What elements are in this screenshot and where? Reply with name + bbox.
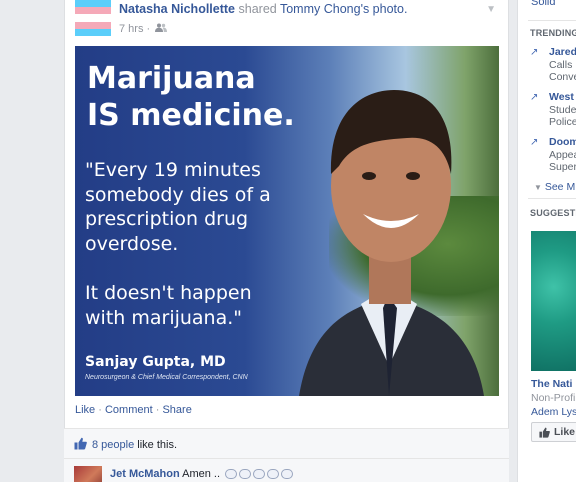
comment-link[interactable]: Comment bbox=[105, 404, 153, 416]
trending-desc: Appea bbox=[549, 148, 576, 161]
shared-label: shared bbox=[238, 2, 277, 16]
emoji-icon bbox=[253, 469, 266, 480]
see-more-label: See M bbox=[544, 181, 576, 193]
trending-desc: Super bbox=[549, 161, 576, 174]
trending-topic[interactable]: West bbox=[549, 91, 576, 104]
trending-arrow-icon: ↗ bbox=[530, 137, 539, 148]
friends-audience-icon[interactable] bbox=[155, 23, 168, 35]
suggested-title: SUGGESTE bbox=[530, 208, 576, 218]
trending-topic[interactable]: Jared bbox=[549, 46, 576, 59]
shared-source-link[interactable]: Tommy Chong's photo. bbox=[280, 2, 407, 16]
trending-item[interactable]: ↗ West Stude Police bbox=[530, 91, 576, 129]
commenter-name-link[interactable]: Jet McMahon bbox=[110, 468, 180, 480]
likes-suffix: like this. bbox=[137, 439, 178, 451]
photo-attribution-name: Sanjay Gupta, MD bbox=[85, 354, 226, 370]
trending-title: TRENDING bbox=[530, 28, 576, 38]
photo-attribution-title: Neurosurgeon & Chief Medical Corresponde… bbox=[85, 374, 248, 381]
author-name-link[interactable]: Natasha Nichollette bbox=[119, 2, 235, 16]
emoji-icon bbox=[225, 469, 238, 480]
emoji-icon bbox=[267, 469, 280, 480]
comment-text: Jet McMahon Amen .. bbox=[110, 468, 294, 480]
shared-photo[interactable]: Marijuana IS medicine. "Every 19 minutes… bbox=[75, 46, 499, 396]
trending-desc: Conve bbox=[549, 71, 576, 84]
sidebar-top-link[interactable]: Solid bbox=[531, 0, 555, 8]
post-meta: 7 hrs · bbox=[119, 23, 168, 35]
chevron-down-icon: ▼ bbox=[534, 183, 542, 192]
author-avatar[interactable] bbox=[75, 0, 111, 36]
trending-item[interactable]: ↗ Jared Calls Conve bbox=[530, 46, 576, 84]
trending-topic[interactable]: Doom bbox=[549, 136, 576, 149]
likes-summary: 8 people like this. bbox=[64, 428, 509, 458]
trending-item[interactable]: ↗ Doom Appea Super bbox=[530, 136, 576, 174]
trending-desc: Stude bbox=[549, 103, 576, 116]
post-header: Natasha Nichollette shared Tommy Chong's… bbox=[75, 0, 500, 38]
see-more-link[interactable]: ▼ See M bbox=[534, 181, 575, 193]
emoji-icon bbox=[281, 469, 294, 480]
like-thumb-icon bbox=[74, 437, 87, 453]
post-header-text: Natasha Nichollette shared Tommy Chong's… bbox=[119, 2, 407, 16]
action-separator: · bbox=[98, 404, 102, 416]
share-link[interactable]: Share bbox=[162, 404, 191, 416]
photo-headline: Marijuana IS medicine. bbox=[87, 61, 295, 134]
likes-count-link[interactable]: 8 people bbox=[92, 439, 134, 451]
suggested-page-name[interactable]: The Nati bbox=[531, 378, 572, 390]
photo-quote: "Every 19 minutes somebody dies of a pre… bbox=[85, 159, 271, 330]
divider bbox=[528, 198, 576, 199]
news-feed-post: Natasha Nichollette shared Tommy Chong's… bbox=[64, 0, 509, 482]
trending-desc: Police bbox=[549, 116, 576, 129]
like-page-button[interactable]: Like bbox=[531, 422, 576, 442]
post-options-chevron-icon[interactable]: ▼ bbox=[486, 4, 496, 15]
likes-text: 8 people like this. bbox=[92, 439, 177, 451]
trending-arrow-icon: ↗ bbox=[530, 92, 539, 103]
like-link[interactable]: Like bbox=[75, 404, 95, 416]
suggested-page-category: Non-Profi bbox=[531, 392, 576, 404]
commenter-avatar[interactable] bbox=[74, 466, 102, 482]
right-sidebar: Solid TRENDING ↗ Jared Calls Conve ↗ Wes… bbox=[517, 0, 576, 482]
trending-desc: Calls bbox=[549, 58, 573, 71]
comment-row: Jet McMahon Amen .. bbox=[64, 458, 509, 482]
post-timestamp[interactable]: 7 hrs bbox=[119, 23, 143, 35]
suggested-page-friend[interactable]: Adem Lys bbox=[531, 406, 576, 418]
emoji-icon bbox=[239, 469, 252, 480]
meta-separator: · bbox=[146, 23, 151, 35]
comment-body: Amen .. bbox=[182, 468, 221, 480]
action-separator: · bbox=[155, 404, 160, 416]
like-thumb-icon bbox=[539, 427, 550, 441]
divider bbox=[528, 20, 576, 21]
suggested-page-image[interactable] bbox=[531, 231, 576, 371]
post-actions: Like · Comment · Share bbox=[75, 404, 192, 416]
trending-arrow-icon: ↗ bbox=[530, 47, 539, 58]
like-button-label: Like bbox=[554, 426, 576, 438]
